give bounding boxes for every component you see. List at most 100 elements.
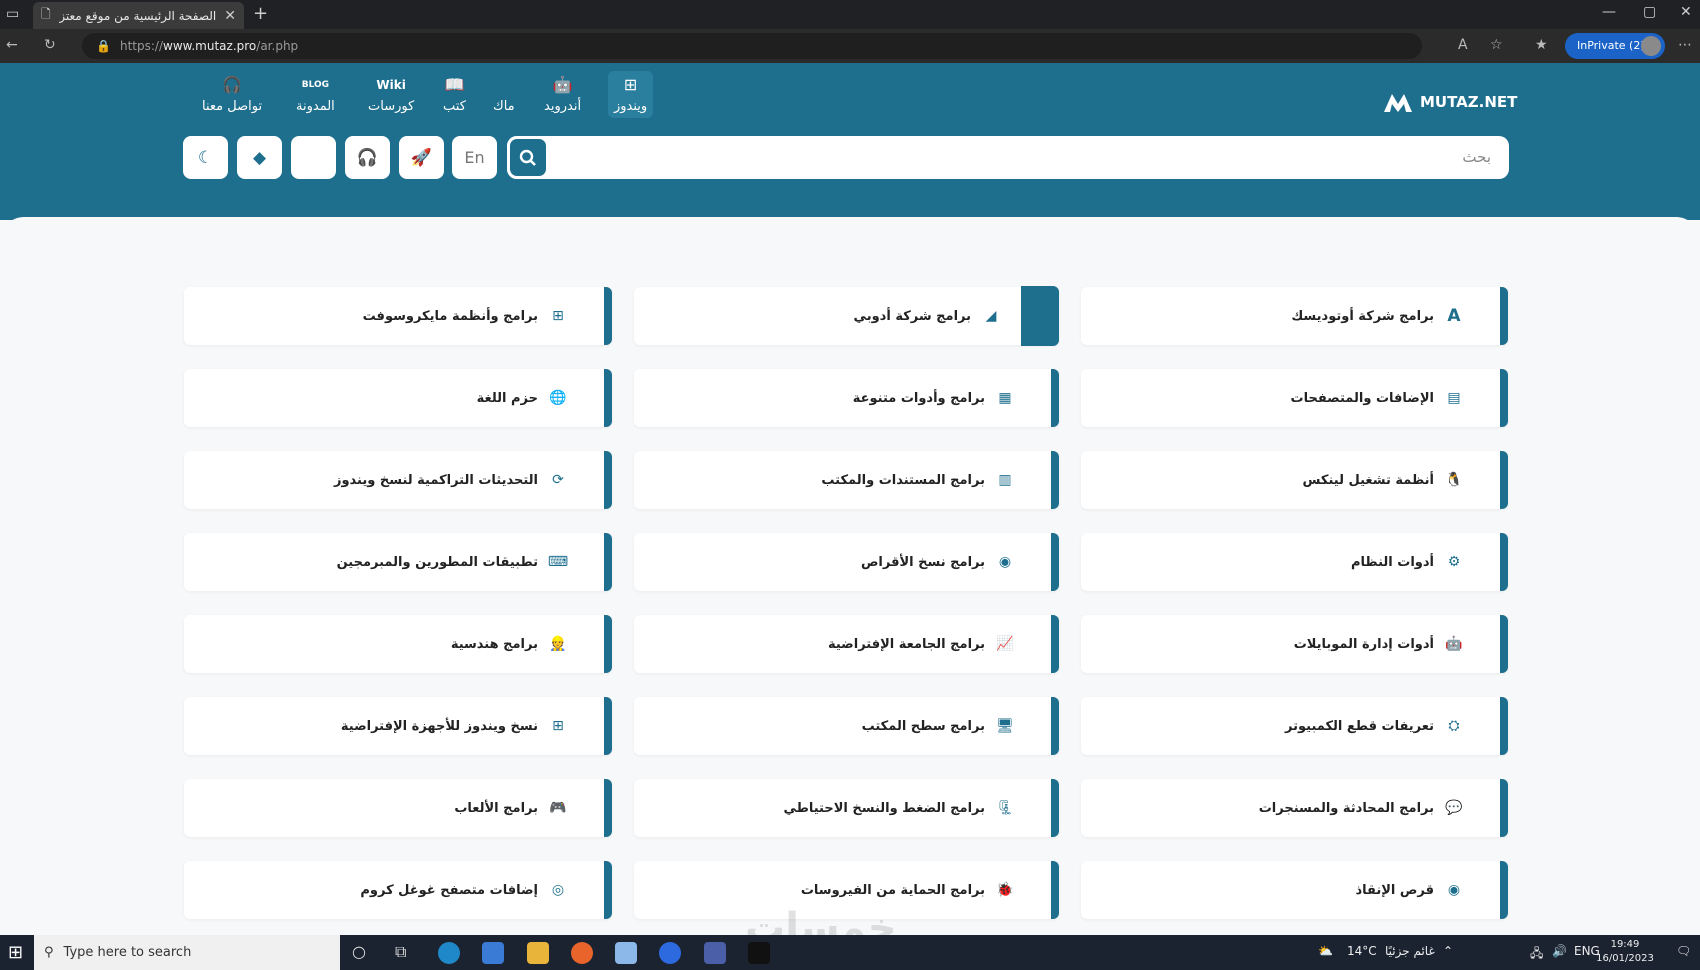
category-card[interactable]: 👷 برامج هندسية	[184, 615, 612, 673]
globe-icon: 🌐	[549, 390, 567, 406]
browser-tab[interactable]: 🗋 الصفحة الرئيسية من موقع معتز للـ ✕	[33, 2, 244, 29]
blank-button[interactable]	[291, 136, 336, 179]
vs-app-icon[interactable]	[704, 942, 726, 964]
url-field[interactable]: 🔒 https://www.mutaz.pro/ar.php	[82, 33, 1422, 59]
category-card[interactable]: ⟳ التحديثات التراكمية لنسخ ويندوز	[184, 451, 612, 509]
submit-button[interactable]: 🚀	[399, 136, 444, 179]
nav-courses[interactable]: Wiki كورسات	[362, 71, 420, 118]
category-card[interactable]: 📈 برامج الجامعة الإفتراضية	[634, 615, 1059, 673]
notifications-icon[interactable]: 🗨	[1676, 944, 1691, 958]
refresh-icon[interactable]: ↻	[44, 37, 56, 53]
moon-icon: ☾	[197, 147, 214, 168]
search-icon: ⚲	[44, 945, 54, 960]
support-button[interactable]: 🎧	[345, 136, 390, 179]
category-card[interactable]: ▤ الإضافات والمتصفحات	[1081, 369, 1508, 427]
bug-icon: 🐞	[996, 882, 1014, 898]
tray-expand-icon[interactable]: ⌃	[1443, 944, 1453, 958]
nav-books[interactable]: 📖 كتب	[437, 71, 472, 118]
android-icon: 🤖	[1445, 636, 1463, 652]
category-card[interactable]: ◎ إضافات متصفح غوغل كروم	[184, 861, 612, 919]
category-card[interactable]: ⛭ تعريفات قطع الكمبيوتر	[1081, 697, 1508, 755]
taskbar-search[interactable]: ⚲ Type here to search	[34, 935, 340, 970]
site-logo[interactable]: MUTAZ.NET	[1382, 87, 1517, 117]
sidebar-toggle-icon[interactable]: ▭	[6, 6, 19, 22]
category-card[interactable]: 🖥 برامج سطح المكتب	[634, 697, 1059, 755]
archive-icon: 🗜	[996, 800, 1014, 816]
category-card[interactable]: 🌐 حزم اللغة	[184, 369, 612, 427]
category-label: الإضافات والمتصفحات	[1290, 390, 1434, 406]
network-icon[interactable]: 🖧	[1530, 944, 1543, 965]
category-card[interactable]: ⌨ تطبيقات المطورين والمبرمجين	[184, 533, 612, 591]
inprivate-label: InPrivate (2)	[1577, 39, 1645, 52]
search-input[interactable]: بحث	[1462, 148, 1491, 166]
favorites-icon[interactable]: ★	[1535, 37, 1548, 53]
language-button[interactable]: En	[452, 136, 497, 179]
firefox-app-icon[interactable]	[571, 942, 593, 964]
category-label: إضافات متصفح غوغل كروم	[360, 882, 538, 898]
nav-windows[interactable]: ⊞ ويندوز	[608, 71, 654, 118]
category-card[interactable]: ⊞ نسخ ويندوز للأجهزة الإفتراضية	[184, 697, 612, 755]
taskbar-search-input[interactable]: Type here to search	[64, 945, 192, 960]
box-app-icon[interactable]	[615, 942, 637, 964]
category-label: تطبيقات المطورين والمبرمجين	[336, 554, 538, 570]
search-box[interactable]: بحث	[507, 136, 1509, 179]
category-label: أدوات النظام	[1351, 554, 1434, 570]
volume-icon[interactable]: 🔊	[1552, 944, 1567, 958]
edge-app-icon[interactable]	[438, 942, 460, 964]
linux-icon: 🐧	[1445, 472, 1463, 488]
nav-mac[interactable]: ماك	[487, 71, 521, 118]
headset-icon: 🎧	[222, 75, 242, 94]
taskbar-clock[interactable]: 19:49 16/01/2023	[1595, 938, 1655, 966]
category-card[interactable]: 💬 برامج المحادثة والمسنجرات	[1081, 779, 1508, 837]
nav-contact[interactable]: 🎧 تواصل معنا	[196, 71, 268, 118]
back-icon[interactable]: ←	[6, 37, 18, 53]
book-icon: 📖	[444, 75, 465, 94]
category-card[interactable]: ◢ برامج شركة أدوبي	[634, 286, 1059, 346]
category-label: حزم اللغة	[476, 390, 538, 406]
new-tab-icon[interactable]: +	[253, 3, 268, 24]
maximize-icon[interactable]: ▢	[1643, 4, 1656, 20]
nav-android[interactable]: 🤖 أندرويد	[538, 71, 587, 118]
category-card[interactable]: 🎮 برامج الألعاب	[184, 779, 612, 837]
category-label: التحديثات التراكمية لنسخ ويندوز	[333, 472, 538, 488]
start-windows-icon[interactable]: ⊞	[8, 942, 23, 963]
more-menu-icon[interactable]: ⋯	[1678, 37, 1692, 53]
random-button[interactable]: ◆	[237, 136, 282, 179]
category-label: برامج شركة أوتوديسك	[1291, 308, 1434, 324]
logo-mark-icon	[1384, 94, 1412, 112]
inprivate-badge[interactable]: InPrivate (2)	[1565, 33, 1665, 59]
category-card[interactable]: 🗜 برامج الضغط والنسخ الاحتياطي	[634, 779, 1059, 837]
explorer-app-icon[interactable]	[527, 942, 549, 964]
minimize-icon[interactable]: —	[1602, 4, 1616, 20]
category-card[interactable]: ▥ برامج المستندات والمكتب	[634, 451, 1059, 509]
category-card[interactable]: ◉ برامج نسخ الأقراص	[634, 533, 1059, 591]
store-app-icon[interactable]	[482, 942, 504, 964]
profile-avatar	[1641, 36, 1661, 56]
favorite-add-icon[interactable]: ☆	[1490, 37, 1503, 53]
category-label: نسخ ويندوز للأجهزة الإفتراضية	[340, 718, 538, 734]
weather-text: غائم جزئيًا	[1385, 944, 1435, 958]
close-window-icon[interactable]: ✕	[1680, 4, 1692, 20]
cortana-icon[interactable]: ○	[352, 942, 366, 961]
rescue-disc-icon: ◉	[1447, 882, 1461, 898]
category-label: برامج الضغط والنسخ الاحتياطي	[783, 800, 985, 816]
close-tab-icon[interactable]: ✕	[224, 8, 236, 24]
category-card[interactable]: ▦ برامج وأدوات متنوعة	[634, 369, 1059, 427]
weather-icon[interactable]: ⛅	[1318, 944, 1333, 958]
category-card[interactable]: 🤖 أدوات إدارة الموبايلات	[1081, 615, 1508, 673]
monitor-icon: 🖥	[996, 718, 1014, 734]
task-view-icon[interactable]: ⧉	[395, 942, 406, 962]
category-card[interactable]: ◉ قرص الإنقاذ	[1081, 861, 1508, 919]
search-button[interactable]	[507, 136, 549, 179]
read-aloud-icon[interactable]: A	[1458, 37, 1468, 53]
dark-mode-button[interactable]: ☾	[183, 136, 228, 179]
category-card[interactable]: ⚙ أدوات النظام	[1081, 533, 1508, 591]
media-app-icon[interactable]	[748, 942, 770, 964]
nav-label: ماك	[493, 99, 515, 114]
nav-blog[interactable]: BLOG المدونة	[290, 71, 341, 118]
zoom-app-icon[interactable]	[659, 942, 681, 964]
category-card[interactable]: 🐧 أنظمة تشغيل لينكس	[1081, 451, 1508, 509]
category-card[interactable]: A برامج شركة أوتوديسك	[1081, 287, 1508, 345]
category-card[interactable]: ⊞ برامج وأنظمة مايكروسوفت	[184, 287, 612, 345]
chrome-icon: ◎	[551, 882, 565, 898]
